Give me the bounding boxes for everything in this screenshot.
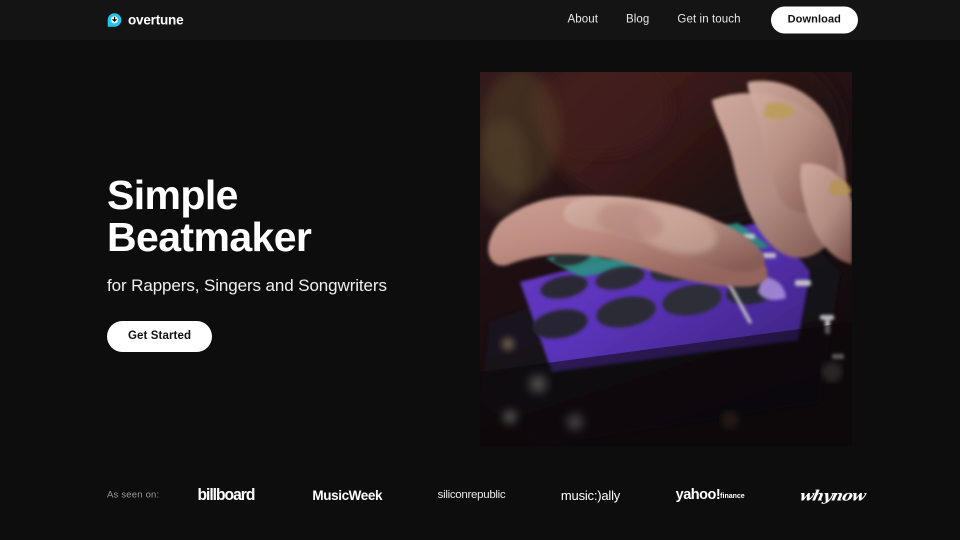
nav-link-blog[interactable]: Blog <box>612 14 663 26</box>
yahoo-wordmark: yahoo! <box>675 486 721 503</box>
hero-title: Simple Beatmaker <box>107 172 312 260</box>
nav-link-about[interactable]: About <box>567 14 612 26</box>
press-logo-yahoo-finance[interactable]: yahoo! finance <box>676 470 745 520</box>
press-logo-musically[interactable]: music:)ally <box>561 470 620 520</box>
download-button[interactable]: Download <box>770 6 858 34</box>
overtune-logo-icon <box>107 13 122 28</box>
press-logo-whynow[interactable]: whynow <box>795 473 869 518</box>
hero-subtitle: for Rappers, Singers and Songwriters <box>107 275 387 295</box>
press-logo-musicweek[interactable]: MusicWeek <box>312 470 382 520</box>
hero-image <box>480 72 852 446</box>
get-started-button[interactable]: Get Started <box>107 320 213 353</box>
press-logo-list: billboard MusicWeek siliconrepublic musi… <box>195 470 866 520</box>
as-seen-on-label: As seen on: <box>107 489 160 501</box>
press-logo-billboard[interactable]: billboard <box>197 470 255 520</box>
hero-section: Simple Beatmaker for Rappers, Singers an… <box>107 172 507 353</box>
nav-link-get-in-touch[interactable]: Get in touch <box>663 14 754 26</box>
brand-logo-link[interactable]: overtune <box>107 12 184 28</box>
yahoo-finance-sub: finance <box>720 492 745 500</box>
site-header: overtune About Blog Get in touch Downloa… <box>0 0 960 40</box>
press-logo-siliconrepublic[interactable]: siliconrepublic <box>438 472 506 518</box>
press-logo-strip: As seen on: billboard MusicWeek siliconr… <box>0 470 960 520</box>
main-nav: About Blog Get in touch Download <box>567 6 858 34</box>
landing-page: overtune About Blog Get in touch Downloa… <box>0 0 960 540</box>
brand-name: overtune <box>128 12 184 28</box>
